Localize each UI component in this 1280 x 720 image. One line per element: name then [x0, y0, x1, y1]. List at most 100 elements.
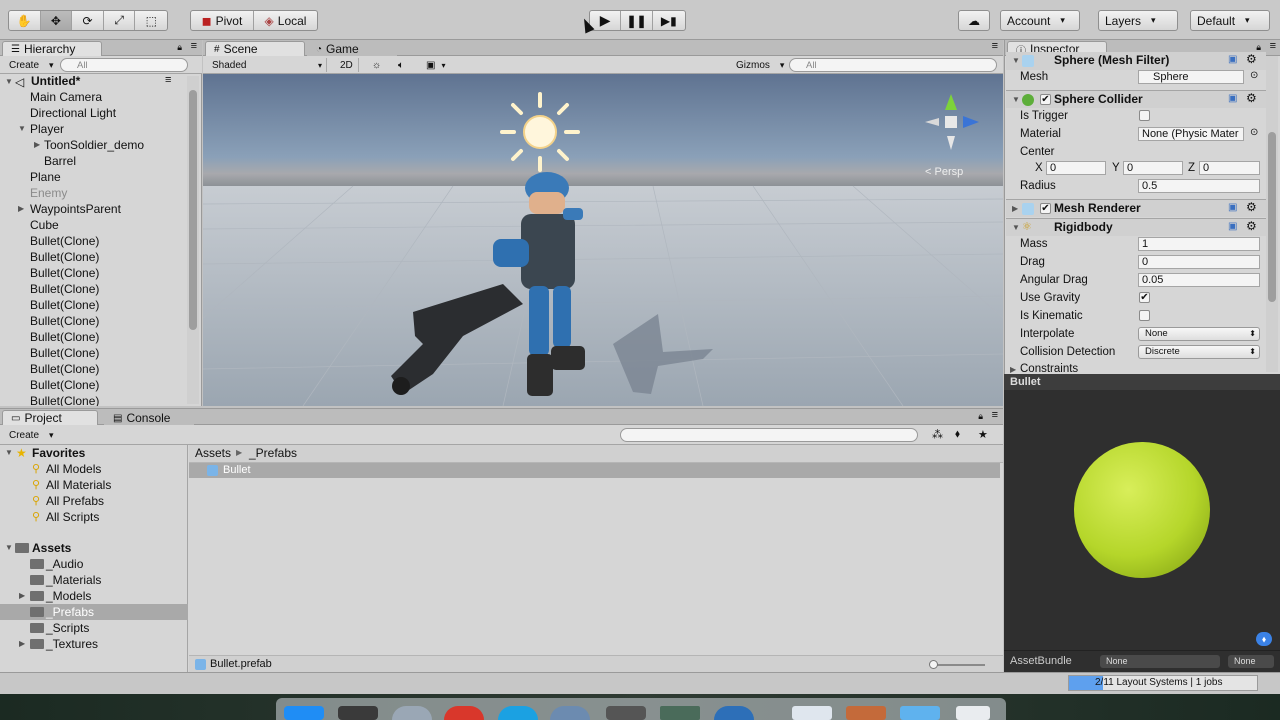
favorites-header[interactable]: Favorites [32, 445, 85, 461]
scrollbar-thumb[interactable] [1268, 132, 1276, 302]
assets-root[interactable]: Assets [32, 540, 71, 556]
breadcrumb-item[interactable]: _Prefabs [249, 445, 297, 461]
filter-type-icon[interactable]: ⁂ [932, 428, 943, 441]
file-row-selected[interactable]: Bullet [189, 463, 1000, 478]
scene-menu-icon[interactable]: ≡ [165, 74, 171, 86]
hierarchy-item[interactable]: Barrel [44, 153, 76, 169]
collision-detection-dropdown[interactable]: Discrete [1138, 345, 1260, 359]
hierarchy-item[interactable]: Directional Light [30, 105, 116, 121]
asset-bundle-dropdown[interactable]: None [1100, 655, 1220, 668]
favorite-item[interactable]: All Prefabs [46, 493, 104, 509]
dock-trash-icon[interactable] [956, 706, 990, 720]
dock-app-icon[interactable] [714, 706, 754, 720]
dock-app-icon[interactable] [550, 706, 590, 720]
hierarchy-item[interactable]: WaypointsParent [30, 201, 121, 217]
hierarchy-item[interactable]: Cube [30, 217, 59, 233]
step-button[interactable]: ▶▮ [653, 11, 685, 30]
hierarchy-item[interactable]: Bullet(Clone) [30, 377, 99, 393]
lock-icon[interactable]: 🔒︎ [177, 42, 182, 53]
object-picker-icon[interactable]: ⊙ [1250, 70, 1258, 81]
constraints-label[interactable]: Constraints [1020, 360, 1078, 374]
breadcrumb-item[interactable]: Assets [195, 445, 231, 461]
layout-dropdown[interactable]: Default [1190, 10, 1270, 31]
hierarchy-item[interactable]: Plane [30, 169, 61, 185]
panel-menu-icon[interactable]: ≡ [191, 40, 197, 52]
layers-dropdown[interactable]: Layers [1098, 10, 1178, 31]
hierarchy-item[interactable]: Bullet(Clone) [30, 329, 99, 345]
hierarchy-item[interactable]: Main Camera [30, 89, 102, 105]
panel-menu-icon[interactable]: ≡ [992, 409, 998, 421]
favorite-item[interactable]: All Models [46, 461, 101, 477]
move-tool-icon[interactable]: ✥ [40, 11, 73, 30]
dock-app-icon[interactable] [338, 706, 378, 720]
pivot-button[interactable]: ◼ Pivot [191, 11, 255, 30]
collapsed-arrow-icon[interactable]: ▶ [1012, 201, 1018, 217]
create-dropdown[interactable]: Create [4, 58, 59, 72]
hierarchy-item-disabled[interactable]: Enemy [30, 185, 67, 201]
rotate-tool-icon[interactable]: ⟳ [72, 11, 104, 30]
dock-app-icon[interactable] [392, 706, 432, 720]
scene-root[interactable]: Untitled* [31, 74, 80, 89]
lock-icon[interactable]: 🔒︎ [978, 411, 983, 422]
center-z-field[interactable]: 0 [1199, 161, 1260, 175]
scene-viewport[interactable]: < Persp [203, 74, 1003, 406]
lighting-toggle[interactable]: ☼ [367, 58, 389, 72]
tab-project[interactable]: ▭ Project [2, 410, 98, 425]
tab-console[interactable]: ▤ Console [104, 410, 194, 425]
tab-scene[interactable]: # Scene [205, 41, 305, 56]
expand-arrow-icon[interactable]: ▼ [5, 540, 13, 556]
shading-dropdown[interactable]: Shaded ▾ [207, 58, 327, 72]
interpolate-dropdown[interactable]: None [1138, 327, 1260, 341]
tab-game[interactable]: ◔ Game [307, 41, 397, 56]
2d-toggle[interactable]: 2D [335, 58, 359, 72]
help-book-icon[interactable]: ▣ [1228, 93, 1237, 104]
scrollbar-thumb[interactable] [189, 90, 197, 330]
dock-app-icon[interactable] [792, 706, 832, 720]
asset-bundle-variant-dropdown[interactable]: None [1228, 655, 1274, 668]
hand-tool-icon[interactable]: ✋ [9, 11, 41, 30]
gear-icon[interactable]: ⚙ [1246, 52, 1257, 66]
expand-arrow-icon[interactable]: ▼ [5, 445, 13, 461]
sphere-collider-header[interactable]: ▼ ✔ Sphere Collider ▣ ⚙ [1006, 90, 1266, 108]
zoom-slider-handle[interactable] [929, 660, 938, 669]
favorite-item[interactable]: All Scripts [46, 509, 99, 525]
hierarchy-item[interactable]: ToonSoldier_demo [44, 137, 144, 153]
hierarchy-item[interactable]: Player [30, 121, 64, 137]
preview-area[interactable]: ⬧ [1004, 390, 1280, 650]
center-x-field[interactable]: 0 [1046, 161, 1106, 175]
hierarchy-item[interactable]: Bullet(Clone) [30, 297, 99, 313]
hierarchy-scrollbar[interactable] [187, 76, 199, 404]
audio-toggle[interactable]: 🔈︎ [393, 58, 415, 72]
dock-app-icon[interactable] [498, 706, 538, 720]
is-trigger-checkbox[interactable] [1139, 110, 1150, 121]
favorite-item[interactable]: All Materials [46, 477, 111, 493]
hierarchy-item[interactable]: Bullet(Clone) [30, 233, 99, 249]
tab-hierarchy[interactable]: ☰ Hierarchy [2, 41, 102, 56]
collapsed-arrow-icon[interactable]: ▶ [18, 201, 24, 217]
local-button[interactable]: ◈ Local [254, 11, 317, 30]
mass-field[interactable]: 1 [1138, 237, 1260, 251]
hierarchy-item[interactable]: Bullet(Clone) [30, 281, 99, 297]
dock-folder-icon[interactable] [900, 706, 940, 720]
mesh-renderer-header[interactable]: ▶ ✔ Mesh Renderer ▣ ⚙ [1006, 199, 1266, 217]
folder-item[interactable]: _Scripts [46, 620, 89, 636]
enable-checkbox[interactable]: ✔ [1040, 94, 1051, 105]
help-book-icon[interactable]: ▣ [1228, 54, 1237, 65]
object-picker-icon[interactable]: ⊙ [1250, 127, 1258, 138]
hierarchy-search-input[interactable]: All [60, 58, 188, 72]
folder-item[interactable]: _Materials [46, 572, 101, 588]
pause-button[interactable]: ❚❚ [621, 11, 653, 30]
dock-app-icon[interactable] [846, 706, 886, 720]
folder-item[interactable]: _Audio [46, 556, 83, 572]
favorite-star-icon[interactable]: ★ [978, 428, 988, 441]
scale-tool-icon[interactable]: ⤢ [104, 11, 136, 30]
mesh-field[interactable]: Sphere [1138, 70, 1244, 84]
dock-app-icon[interactable] [606, 706, 646, 720]
gear-icon[interactable]: ⚙ [1246, 91, 1257, 105]
gear-icon[interactable]: ⚙ [1246, 219, 1257, 233]
light-gizmo-icon[interactable] [500, 92, 580, 172]
material-field[interactable]: None (Physic Mater [1138, 127, 1244, 141]
cloud-button[interactable]: ☁ [958, 10, 990, 31]
project-search-input[interactable] [620, 428, 918, 442]
hierarchy-item[interactable]: Bullet(Clone) [30, 345, 99, 361]
